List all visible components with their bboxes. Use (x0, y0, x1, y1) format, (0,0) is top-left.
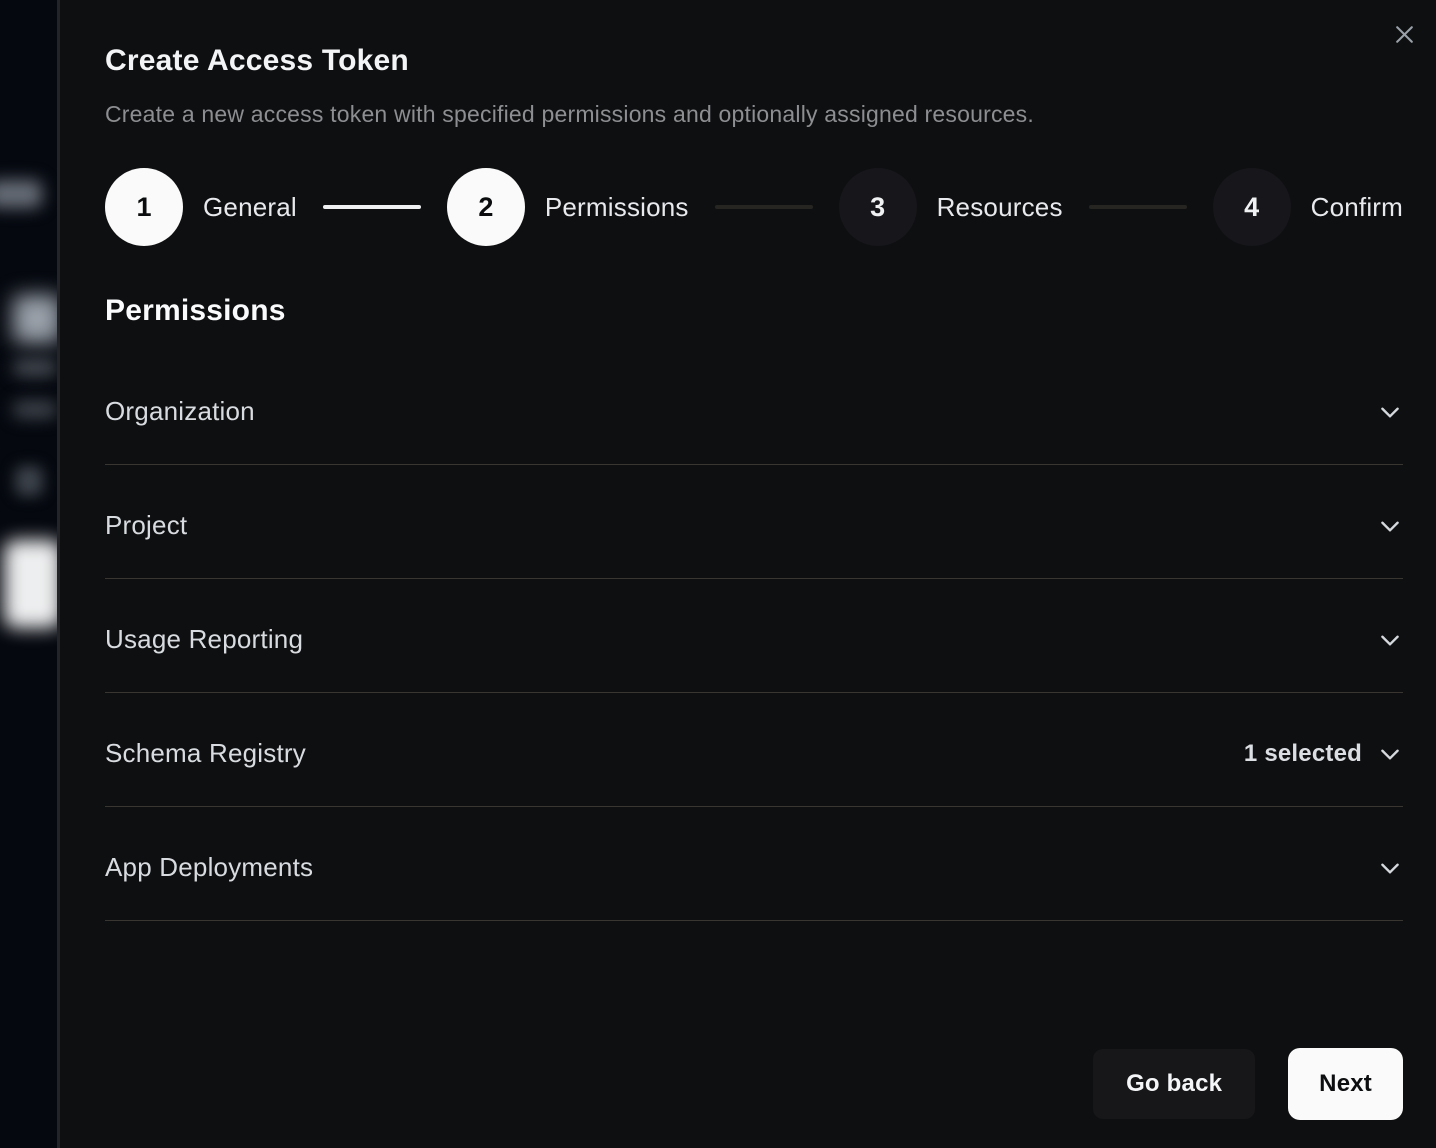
step-label: Resources (937, 192, 1063, 223)
section-label: App Deployments (105, 852, 313, 883)
blurred-background-element (0, 180, 42, 208)
chevron-down-icon (1377, 741, 1403, 767)
permission-section-project[interactable]: Project (105, 465, 1403, 579)
permission-section-schema-registry[interactable]: Schema Registry 1 selected (105, 693, 1403, 807)
step-number-badge: 1 (105, 168, 183, 246)
permission-section-organization[interactable]: Organization (105, 351, 1403, 465)
section-label: Organization (105, 396, 255, 427)
step-connector (323, 205, 421, 209)
dialog-description: Create a new access token with specified… (105, 101, 1403, 128)
step-number-badge: 4 (1213, 168, 1291, 246)
permissions-heading: Permissions (105, 294, 1403, 328)
step-confirm[interactable]: 4 Confirm (1213, 168, 1403, 246)
blurred-background-element (13, 401, 57, 418)
blurred-background-element (15, 466, 43, 496)
stepper: 1 General 2 Permissions 3 Resources 4 Co… (105, 168, 1403, 246)
step-number-badge: 3 (839, 168, 917, 246)
blurred-background-element (13, 359, 57, 376)
step-label: Permissions (545, 192, 689, 223)
chevron-down-icon (1377, 855, 1403, 881)
step-label: Confirm (1311, 192, 1403, 223)
dialog-title: Create Access Token (105, 0, 1403, 77)
next-button[interactable]: Next (1288, 1048, 1403, 1120)
background-page (0, 0, 57, 1148)
section-label: Schema Registry (105, 738, 306, 769)
permission-section-app-deployments[interactable]: App Deployments (105, 807, 1403, 921)
permission-section-usage-reporting[interactable]: Usage Reporting (105, 579, 1403, 693)
step-permissions[interactable]: 2 Permissions (447, 168, 689, 246)
blurred-background-element (4, 540, 57, 628)
create-access-token-dialog: Create Access Token Create a new access … (57, 0, 1436, 1148)
step-general[interactable]: 1 General (105, 168, 297, 246)
selection-count: 1 selected (1244, 740, 1362, 768)
step-number-badge: 2 (447, 168, 525, 246)
section-label: Usage Reporting (105, 624, 303, 655)
go-back-button[interactable]: Go back (1093, 1049, 1255, 1119)
chevron-down-icon (1377, 627, 1403, 653)
step-label: General (203, 192, 297, 223)
close-button[interactable] (1386, 18, 1422, 54)
screen: { "modal": { "title": "Create Access Tok… (0, 0, 1436, 1148)
permissions-accordion: Organization Project Usage Reporting (105, 351, 1403, 921)
chevron-down-icon (1377, 399, 1403, 425)
step-connector (1089, 205, 1187, 209)
section-label: Project (105, 510, 187, 541)
chevron-down-icon (1377, 513, 1403, 539)
step-connector (715, 205, 813, 209)
dialog-footer: Go back Next (1093, 1048, 1403, 1120)
close-icon (1392, 22, 1417, 50)
blurred-background-element (13, 295, 57, 343)
step-resources[interactable]: 3 Resources (839, 168, 1063, 246)
